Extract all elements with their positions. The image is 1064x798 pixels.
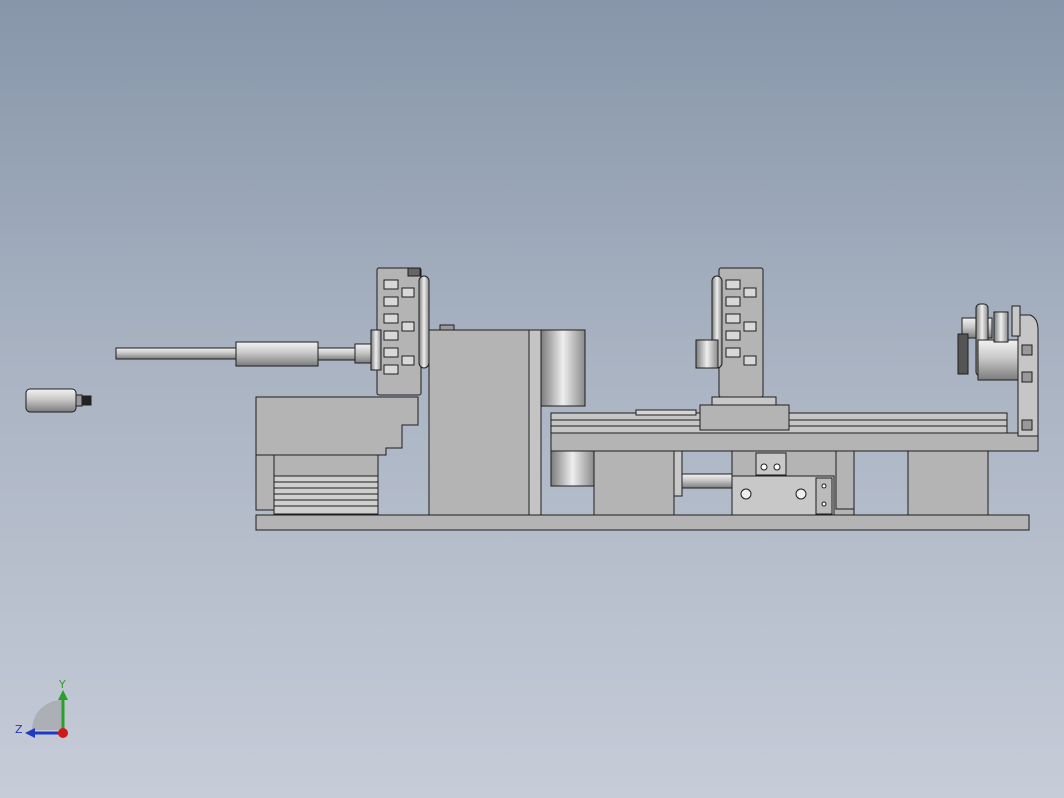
y-axis-arrow — [58, 690, 68, 700]
cad-viewport[interactable]: Y Z — [0, 0, 1064, 798]
z-axis-arrow — [25, 728, 35, 738]
left-aluminum-profile[interactable] — [370, 267, 430, 396]
left-support-block[interactable] — [255, 396, 419, 515]
spindle-shaft[interactable] — [115, 341, 374, 367]
base-plate[interactable] — [255, 514, 1030, 531]
triad-arc — [32, 700, 62, 730]
cylinder-bracket[interactable] — [731, 450, 855, 516]
assembly-model[interactable] — [0, 0, 1064, 798]
linear-rail-bed[interactable] — [550, 409, 1039, 452]
loose-spindle-part[interactable] — [25, 388, 92, 413]
gear-drive-assembly[interactable] — [957, 303, 1019, 381]
y-axis-label: Y — [58, 678, 66, 691]
x-axis-dot — [58, 728, 68, 738]
coordinate-triad: Y Z — [15, 678, 68, 738]
z-axis-label: Z — [15, 723, 23, 736]
carriage-assembly[interactable] — [695, 267, 790, 431]
